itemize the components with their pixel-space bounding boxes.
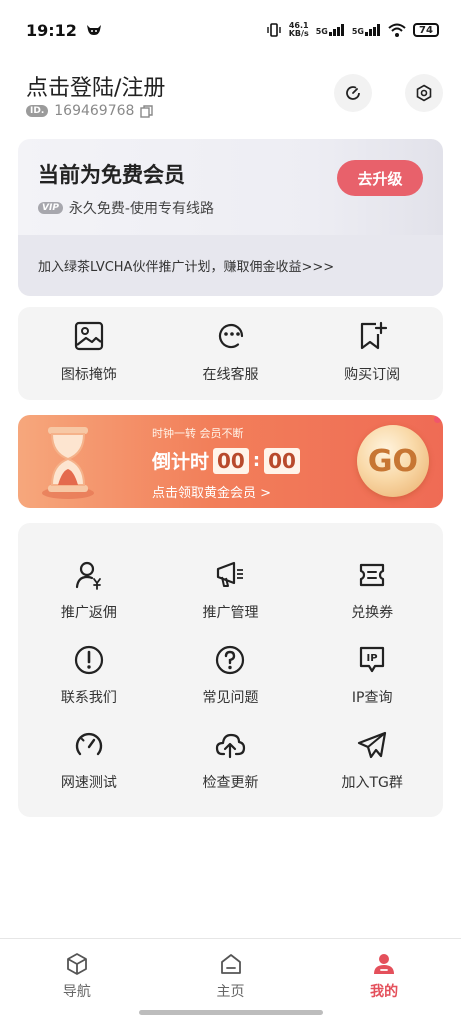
cloud-upload-icon bbox=[214, 729, 246, 761]
quick-action-customer-service[interactable]: 在线客服 bbox=[160, 307, 302, 400]
grid-spacer bbox=[18, 523, 443, 559]
membership-card: 当前为免费会员 VIP 永久免费-使用专有线路 去升级 加入绿茶LVCHA伙伴推… bbox=[18, 139, 443, 296]
go-button[interactable]: GO bbox=[357, 425, 429, 497]
vip-badge: VIP bbox=[38, 202, 63, 214]
bookmark-plus-icon bbox=[356, 320, 388, 352]
grid-item-join-telegram[interactable]: 加入TG群 bbox=[301, 729, 443, 814]
copy-icon[interactable] bbox=[140, 104, 154, 118]
grid-item-ip-lookup[interactable]: IP IP查询 bbox=[301, 644, 443, 729]
grid-item-label: 联系我们 bbox=[60, 690, 117, 706]
partner-promo-link[interactable]: 加入绿茶LVCHA伙伴推广计划，赚取佣金收益>>> bbox=[18, 235, 443, 296]
login-register-link[interactable]: 点击登陆/注册 bbox=[26, 70, 165, 102]
quick-action-label: 在线客服 bbox=[202, 367, 259, 383]
speed-test-button[interactable] bbox=[334, 74, 372, 112]
banner-cta: 点击领取黄金会员 > bbox=[152, 486, 272, 501]
membership-subtitle: 永久免费-使用专有线路 bbox=[68, 201, 214, 217]
countdown-seconds: 00 bbox=[264, 447, 300, 474]
settings-button[interactable] bbox=[405, 74, 443, 112]
user-yen-icon bbox=[73, 559, 105, 591]
user-id-row: ID. 169469768 bbox=[26, 103, 154, 119]
upgrade-button[interactable]: 去升级 bbox=[337, 160, 423, 196]
features-grid: 推广返佣 推广管理 兑换券 联系我们 常见问题 IP IP查询 网速测试 检查更… bbox=[18, 523, 443, 817]
signal-2-label: 5G bbox=[351, 27, 364, 36]
grid-item-label: 网速测试 bbox=[60, 775, 117, 791]
image-icon bbox=[73, 320, 105, 352]
countdown-row: 倒计时 00 : 00 bbox=[152, 447, 300, 474]
grid-item-label: 推广管理 bbox=[202, 605, 259, 621]
alert-circle-icon bbox=[73, 644, 105, 676]
ip-icon-text: IP bbox=[367, 653, 378, 664]
chat-face-icon bbox=[215, 320, 247, 352]
signal-1: 5G bbox=[316, 24, 345, 36]
grid-item-contact-us[interactable]: 联系我们 bbox=[18, 644, 160, 729]
grid-item-check-update[interactable]: 检查更新 bbox=[160, 729, 302, 814]
hourglass-icon bbox=[32, 423, 104, 503]
quick-action-label: 图标掩饰 bbox=[60, 367, 117, 383]
grid-item-label: 常见问题 bbox=[202, 690, 259, 706]
megaphone-icon bbox=[214, 559, 246, 591]
coupon-icon bbox=[356, 559, 388, 591]
banner-slogan: 时钟一转 会员不断 bbox=[152, 427, 244, 440]
grid-item-label: 加入TG群 bbox=[341, 775, 403, 791]
signal-2: 5G bbox=[352, 24, 381, 36]
quick-action-icon-disguise[interactable]: 图标掩饰 bbox=[18, 307, 160, 400]
grid-item-referral-management[interactable]: 推广管理 bbox=[160, 559, 302, 644]
home-indicator[interactable] bbox=[139, 1010, 323, 1015]
grid-item-referral-commission[interactable]: 推广返佣 bbox=[18, 559, 160, 644]
signal-bars-icon bbox=[328, 24, 344, 36]
speedometer-icon bbox=[73, 729, 105, 761]
network-speed: 46.1 KB/s bbox=[289, 22, 309, 38]
membership-subtitle-row: VIP 永久免费-使用专有线路 bbox=[38, 198, 214, 218]
signal-1-label: 5G bbox=[315, 27, 328, 36]
grid-item-label: 推广返佣 bbox=[60, 605, 117, 621]
bull-notification-icon bbox=[85, 23, 103, 37]
quick-action-buy-subscription[interactable]: 购买订阅 bbox=[301, 307, 443, 400]
quick-action-label: 购买订阅 bbox=[344, 367, 401, 383]
battery-indicator: 74 bbox=[413, 23, 439, 37]
home-icon bbox=[219, 952, 243, 976]
quick-actions-card: 图标掩饰 在线客服 购买订阅 bbox=[18, 307, 443, 400]
countdown-colon: : bbox=[252, 450, 261, 471]
notification-dot bbox=[434, 416, 441, 423]
cube-icon bbox=[65, 952, 89, 976]
nav-tab-mine[interactable]: 我的 bbox=[307, 939, 461, 1024]
signal-bars-icon bbox=[365, 24, 380, 36]
vibrate-icon bbox=[266, 22, 282, 38]
net-speed-unit: KB/s bbox=[288, 29, 309, 38]
grid-item-label: 兑换券 bbox=[351, 605, 394, 621]
grid-item-coupon[interactable]: 兑换券 bbox=[301, 559, 443, 644]
speed-test-icon bbox=[344, 84, 362, 102]
grid-item-speed-test[interactable]: 网速测试 bbox=[18, 729, 160, 814]
grid-item-faq[interactable]: 常见问题 bbox=[160, 644, 302, 729]
question-circle-icon bbox=[214, 644, 246, 676]
gold-member-banner[interactable]: 时钟一转 会员不断 倒计时 00 : 00 点击领取黄金会员 > GO bbox=[18, 415, 443, 508]
user-id: 169469768 bbox=[54, 103, 135, 119]
profile-icon bbox=[372, 952, 396, 976]
settings-icon bbox=[415, 84, 433, 102]
status-time: 19:12 bbox=[26, 20, 77, 40]
countdown-minutes: 00 bbox=[213, 447, 249, 474]
membership-title: 当前为免费会员 bbox=[38, 163, 185, 187]
nav-tab-label: 主页 bbox=[216, 984, 245, 1000]
id-badge: ID. bbox=[26, 105, 49, 117]
grid-item-label: 检查更新 bbox=[202, 775, 259, 791]
telegram-icon bbox=[356, 729, 388, 761]
countdown-label: 倒计时 bbox=[152, 451, 210, 473]
nav-tab-label: 我的 bbox=[370, 984, 399, 1000]
nav-tab-label: 导航 bbox=[62, 984, 91, 1000]
ip-icon: IP bbox=[356, 644, 388, 676]
grid-item-label: IP查询 bbox=[351, 690, 393, 706]
status-bar: 19:12 46.1 KB/s 5G 5G 74 bbox=[0, 0, 461, 60]
wifi-icon bbox=[388, 23, 406, 37]
nav-tab-navigation[interactable]: 导航 bbox=[0, 939, 154, 1024]
